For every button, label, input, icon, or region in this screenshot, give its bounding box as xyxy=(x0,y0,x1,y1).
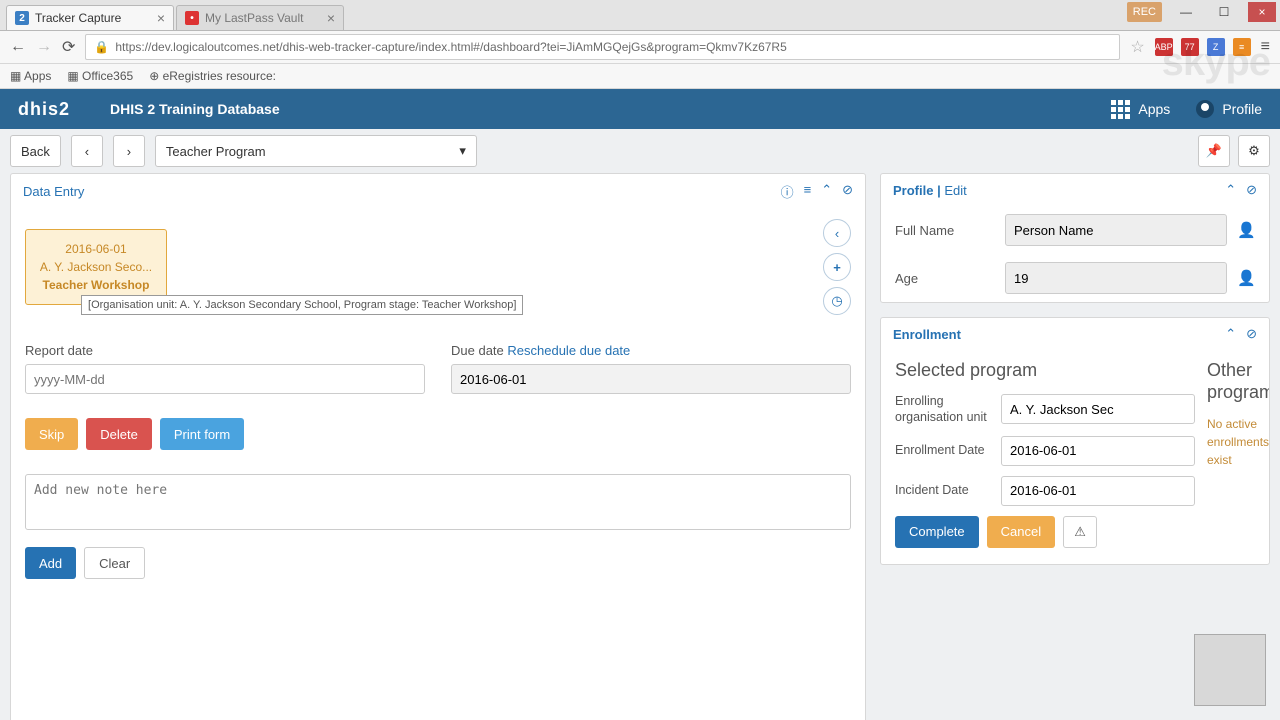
profile-menu[interactable]: Profile xyxy=(1196,100,1262,118)
note-textarea[interactable] xyxy=(25,474,851,530)
add-note-button[interactable]: Add xyxy=(25,547,76,579)
remove-icon[interactable]: ⊘ xyxy=(1246,326,1257,342)
browser-tab-active[interactable]: 2 Tracker Capture × xyxy=(6,5,174,30)
app-title: DHIS 2 Training Database xyxy=(110,101,280,117)
presenter-thumbnail xyxy=(1194,634,1266,706)
close-icon[interactable]: × xyxy=(327,10,335,26)
warn-button[interactable]: ⚠ xyxy=(1063,516,1097,548)
menu-icon[interactable]: ≡ xyxy=(1261,38,1270,56)
delete-button[interactable]: Delete xyxy=(86,418,152,450)
apps-menu[interactable]: Apps xyxy=(1111,100,1170,119)
tab-title: Tracker Capture xyxy=(35,11,121,25)
window-close-icon[interactable]: × xyxy=(1248,2,1276,22)
profile-title: Profile | xyxy=(893,183,941,198)
apps-shortcut[interactable]: ▦ Apps xyxy=(10,69,51,83)
edit-link[interactable]: Edit xyxy=(944,183,966,198)
prev-button[interactable]: ‹ xyxy=(71,135,103,167)
data-entry-title: Data Entry xyxy=(23,184,84,199)
address-bar[interactable]: 🔒 https://dev.logicaloutcomes.net/dhis-w… xyxy=(85,34,1120,60)
due-date-input xyxy=(451,364,851,394)
age-label: Age xyxy=(895,271,995,286)
collapse-icon[interactable]: ⌃ xyxy=(821,182,832,201)
fullname-label: Full Name xyxy=(895,223,995,238)
back-icon[interactable]: ← xyxy=(10,38,26,56)
schedule-event-icon[interactable]: ◷ xyxy=(823,287,851,315)
next-button[interactable]: › xyxy=(113,135,145,167)
ext-icon[interactable]: Z xyxy=(1207,38,1225,56)
complete-button[interactable]: Complete xyxy=(895,516,979,548)
enroll-ou-field xyxy=(1001,394,1195,424)
due-date-label: Due date Reschedule due date xyxy=(451,343,851,358)
prev-event-icon[interactable]: ‹ xyxy=(823,219,851,247)
close-icon[interactable]: × xyxy=(157,10,165,26)
chevron-down-icon: ▾ xyxy=(459,143,466,159)
program-select[interactable]: Teacher Program ▾ xyxy=(155,135,477,167)
gear-icon[interactable]: ⚙ xyxy=(1238,135,1270,167)
app-logo[interactable]: dhis2 xyxy=(18,99,70,120)
remove-icon[interactable]: ⊘ xyxy=(1246,182,1257,198)
star-icon[interactable]: ☆ xyxy=(1130,37,1144,57)
maximize-icon[interactable]: ☐ xyxy=(1210,2,1238,22)
event-date: 2016-06-01 xyxy=(36,240,156,258)
rec-badge: REC xyxy=(1127,2,1162,22)
person-icon: 👤 xyxy=(1237,221,1255,239)
reload-icon[interactable]: ⟳ xyxy=(62,37,75,57)
info-icon[interactable]: ⓘ xyxy=(781,182,794,201)
browser-tab-inactive[interactable]: • My LastPass Vault × xyxy=(176,5,344,30)
clear-note-button[interactable]: Clear xyxy=(84,547,145,579)
event-ou: A. Y. Jackson Seco... xyxy=(36,258,156,276)
person-icon: 👤 xyxy=(1237,269,1255,287)
report-date-label: Report date xyxy=(25,343,425,358)
lock-icon: 🔒 xyxy=(94,40,109,54)
ext-icon[interactable]: ≡ xyxy=(1233,38,1251,56)
no-active-text: No active enrollments exist xyxy=(1207,415,1270,469)
minimize-icon[interactable]: — xyxy=(1172,2,1200,22)
report-date-input[interactable] xyxy=(25,364,425,394)
skip-button[interactable]: Skip xyxy=(25,418,78,450)
bookmark[interactable]: ▦ Office365 xyxy=(67,69,133,83)
list-icon[interactable]: ≡ xyxy=(804,182,812,201)
forward-icon[interactable]: → xyxy=(36,38,52,56)
ext-icon[interactable]: ABP xyxy=(1155,38,1173,56)
tab-title: My LastPass Vault xyxy=(205,11,303,25)
event-stage: Teacher Workshop xyxy=(36,276,156,294)
tooltip: [Organisation unit: A. Y. Jackson Second… xyxy=(81,295,523,315)
incident-date-input[interactable] xyxy=(1001,476,1195,506)
enroll-date-input[interactable] xyxy=(1001,436,1195,466)
back-button[interactable]: Back xyxy=(10,135,61,167)
enroll-date-label: Enrollment Date xyxy=(895,442,991,458)
ext-icon[interactable]: 77 xyxy=(1181,38,1199,56)
age-field xyxy=(1005,262,1227,294)
url-text: https://dev.logicaloutcomes.net/dhis-web… xyxy=(115,40,786,54)
reschedule-link[interactable]: Reschedule due date xyxy=(507,343,630,358)
print-form-button[interactable]: Print form xyxy=(160,418,244,450)
collapse-icon[interactable]: ⌃ xyxy=(1225,182,1236,198)
cancel-button[interactable]: Cancel xyxy=(987,516,1055,548)
pin-icon[interactable]: 📌 xyxy=(1198,135,1230,167)
enrollment-title: Enrollment xyxy=(893,327,961,342)
other-programs-heading: Other programs xyxy=(1207,360,1270,403)
remove-icon[interactable]: ⊘ xyxy=(842,182,853,201)
collapse-icon[interactable]: ⌃ xyxy=(1225,326,1236,342)
add-event-icon[interactable]: + xyxy=(823,253,851,281)
fullname-field xyxy=(1005,214,1227,246)
bookmark[interactable]: ⊕ eRegistries resource: xyxy=(149,69,276,83)
incident-date-label: Incident Date xyxy=(895,482,991,498)
enroll-ou-label: Enrolling organisation unit xyxy=(895,393,991,426)
event-card[interactable]: 2016-06-01 A. Y. Jackson Seco... Teacher… xyxy=(25,229,167,305)
selected-program-heading: Selected program xyxy=(895,360,1195,381)
avatar-icon xyxy=(1196,100,1214,118)
